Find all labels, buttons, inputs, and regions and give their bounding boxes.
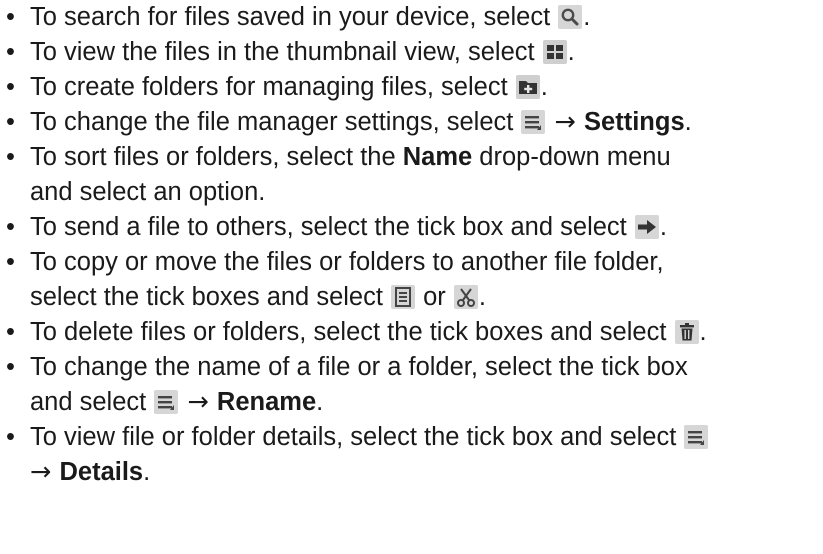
search-icon [558, 5, 583, 29]
list-item-copy-move: • To copy or move the files or folders t… [0, 245, 823, 315]
menu-icon [521, 110, 546, 134]
bullet: • [6, 73, 15, 101]
menu-icon [154, 390, 179, 414]
item-text: To view the files in the thumbnail view,… [30, 38, 542, 66]
name-dropdown-label: Name [402, 143, 473, 171]
list-item-create-folder: • To create folders for managing files, … [0, 70, 823, 105]
item-text: To search for files saved in your device… [30, 3, 558, 31]
item-text: To sort files or folders, select the [30, 143, 403, 171]
item-text: To copy or move the files or folders to … [30, 248, 664, 276]
list-item-settings: • To change the file manager settings, s… [0, 105, 823, 140]
rename-label: Rename [216, 388, 317, 416]
thumbnail-view-icon [542, 40, 567, 64]
instruction-list: • To search for files saved in your devi… [0, 0, 823, 490]
bullet: • [6, 423, 15, 451]
list-item-search: • To search for files saved in your devi… [0, 0, 823, 35]
list-item-sort: • To sort files or folders, select the N… [0, 140, 823, 210]
bullet: • [6, 3, 15, 31]
list-item-thumbnail: • To view the files in the thumbnail vie… [0, 35, 823, 70]
bullet: • [6, 143, 15, 171]
settings-label: Settings [584, 108, 685, 136]
menu-icon [684, 425, 709, 449]
list-item-delete: • To delete files or folders, select the… [0, 315, 823, 350]
bullet: • [6, 248, 15, 276]
list-item-details: • To view file or folder details, select… [0, 420, 823, 490]
bullet: • [6, 353, 15, 381]
item-text: To change the file manager settings, sel… [30, 108, 521, 136]
item-text: To create folders for managing files, se… [30, 73, 515, 101]
item-text: To view file or folder details, select t… [30, 423, 684, 451]
bullet: • [6, 213, 15, 241]
details-label: Details [59, 458, 144, 486]
send-arrow-icon [634, 215, 659, 239]
bullet: • [6, 318, 15, 346]
cut-scissors-icon [453, 285, 478, 309]
item-text: To send a file to others, select the tic… [30, 213, 634, 241]
copy-icon [391, 285, 416, 309]
item-text: To delete files or folders, select the t… [30, 318, 674, 346]
bullet: • [6, 108, 15, 136]
bullet: • [6, 38, 15, 66]
list-item-rename: • To change the name of a file or a fold… [0, 350, 823, 420]
item-text: To change the name of a file or a folder… [30, 353, 688, 381]
create-folder-icon [515, 75, 540, 99]
delete-trash-icon [674, 320, 699, 344]
list-item-send: • To send a file to others, select the t… [0, 210, 823, 245]
